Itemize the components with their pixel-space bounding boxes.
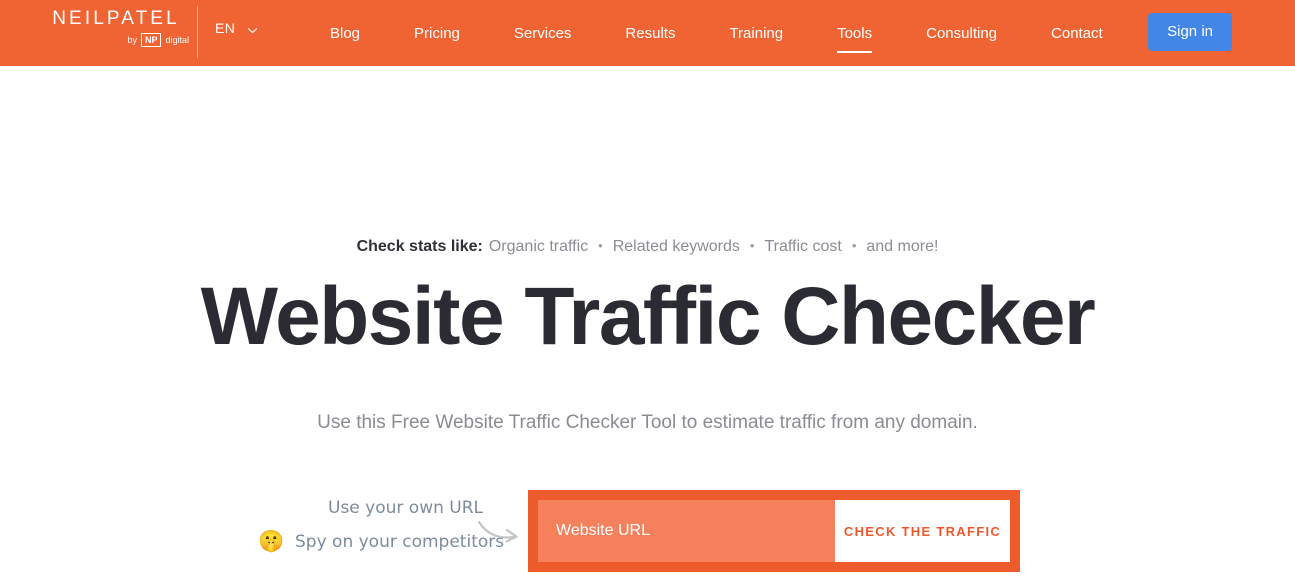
stats-item-traffic-cost: Traffic cost	[764, 238, 842, 255]
nav-item-pricing[interactable]: Pricing	[414, 25, 460, 42]
stats-separator: •	[851, 238, 857, 253]
logo-np-badge: NP	[140, 33, 162, 47]
traffic-checker-form: Check the Traffic	[528, 490, 1020, 572]
nav-item-results[interactable]: Results	[625, 25, 675, 42]
logo-byline: by NP digital	[41, 33, 191, 47]
language-selector[interactable]: EN	[215, 20, 258, 36]
hero-section: Check stats like: Organic traffic • Related…	[0, 66, 1295, 585]
nav-item-consulting[interactable]: Consulting	[926, 25, 997, 42]
logo-by-text: by	[127, 34, 137, 45]
stats-item-organic-traffic: Organic traffic	[488, 238, 589, 255]
header-divider	[197, 6, 198, 58]
page-title: Website Traffic Checker	[200, 271, 1096, 362]
stats-tagline: Check stats like: Organic traffic • Related…	[0, 236, 1295, 258]
website-url-input[interactable]	[538, 500, 835, 562]
stats-separator: •	[598, 238, 603, 253]
stats-tagline-prefix: Check stats like:	[356, 238, 483, 255]
chevron-down-icon	[247, 23, 258, 34]
main-navigation: Blog Pricing Services Results Training T…	[330, 0, 1103, 66]
logo-digital-text: digital	[165, 34, 189, 45]
page-subtitle: Use this Free Website Traffic Checker To…	[317, 412, 978, 433]
nav-item-services[interactable]: Services	[514, 25, 572, 42]
traffic-checker-form-inner: Check the Traffic	[538, 500, 1010, 562]
shushing-face-icon: 🤫	[258, 530, 285, 553]
nav-item-tools[interactable]: Tools	[837, 25, 873, 53]
language-label: EN	[215, 20, 236, 36]
sign-in-button[interactable]: Sign in	[1148, 13, 1232, 51]
stats-item-and-more: and more!	[866, 238, 939, 255]
curved-arrow-right-icon	[477, 516, 523, 551]
check-the-traffic-button[interactable]: Check the Traffic	[835, 500, 1010, 562]
hero-annotations: 🤫 Use your own URL Spy on your competito…	[255, 494, 525, 564]
stats-separator: •	[749, 238, 755, 253]
annotation-use-your-own-url: Use your own URL	[328, 498, 484, 518]
site-header: NEILPATEL by NP digital EN Blog Pricing …	[0, 0, 1295, 66]
nav-item-blog[interactable]: Blog	[330, 25, 360, 42]
nav-item-contact[interactable]: Contact	[1051, 25, 1103, 42]
stats-item-related-keywords: Related keywords	[612, 238, 740, 255]
nav-item-training[interactable]: Training	[729, 25, 783, 42]
logo-wordmark: NEILPATEL	[52, 8, 180, 29]
annotation-spy-on-competitors: Spy on your competitors	[295, 532, 505, 552]
logo[interactable]: NEILPATEL by NP digital	[41, 8, 191, 47]
